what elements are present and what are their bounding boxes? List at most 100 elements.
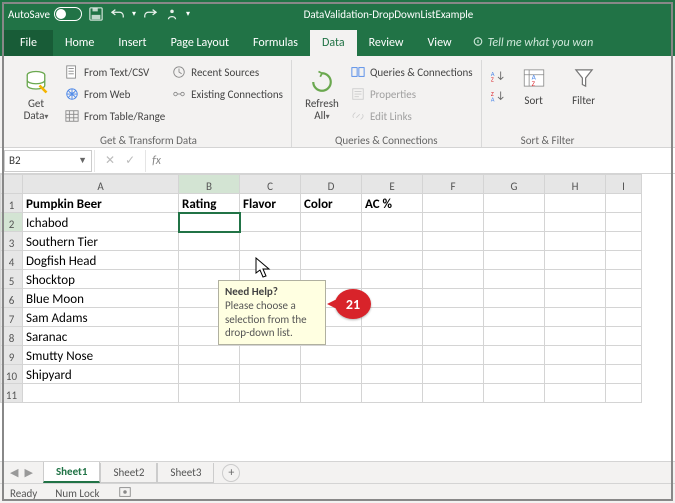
- add-sheet-button[interactable]: +: [222, 464, 240, 482]
- cell[interactable]: [606, 289, 642, 308]
- cell[interactable]: [240, 384, 301, 403]
- cell[interactable]: Color: [301, 194, 362, 213]
- fx-icon[interactable]: fx: [146, 154, 167, 168]
- cell[interactable]: [423, 308, 484, 327]
- sheet-nav-next-icon[interactable]: ▶: [24, 466, 32, 479]
- cell[interactable]: [606, 251, 642, 270]
- col-header[interactable]: G: [484, 175, 545, 194]
- cell[interactable]: Shipyard: [23, 365, 179, 384]
- cell[interactable]: [484, 327, 545, 346]
- col-header[interactable]: A: [23, 175, 179, 194]
- sheet-tab[interactable]: Sheet1: [43, 462, 101, 483]
- cell[interactable]: Saranac: [23, 327, 179, 346]
- existing-connections-button[interactable]: Existing Connections: [171, 84, 283, 104]
- cell[interactable]: [545, 270, 606, 289]
- active-cell[interactable]: ▼: [179, 213, 240, 232]
- autosave-toggle[interactable]: [54, 7, 82, 21]
- cell[interactable]: [240, 346, 301, 365]
- cell[interactable]: [484, 232, 545, 251]
- filter-button[interactable]: Filter: [562, 60, 606, 107]
- cell[interactable]: [545, 251, 606, 270]
- save-icon[interactable]: [88, 6, 104, 22]
- cell[interactable]: Blue Moon: [23, 289, 179, 308]
- cell[interactable]: [484, 194, 545, 213]
- cell[interactable]: Shocktop: [23, 270, 179, 289]
- cell[interactable]: [362, 365, 423, 384]
- cell[interactable]: [606, 213, 642, 232]
- cell[interactable]: [301, 346, 362, 365]
- row-header[interactable]: 10: [1, 365, 23, 384]
- cell[interactable]: [362, 232, 423, 251]
- cell[interactable]: [484, 289, 545, 308]
- cell[interactable]: [545, 194, 606, 213]
- dropdown-handle[interactable]: ▼: [239, 213, 240, 231]
- from-web-button[interactable]: From Web: [64, 84, 165, 104]
- cell[interactable]: [545, 289, 606, 308]
- row-header[interactable]: 7: [1, 308, 23, 327]
- cell[interactable]: [362, 213, 423, 232]
- col-header[interactable]: H: [545, 175, 606, 194]
- cell[interactable]: [179, 346, 240, 365]
- cell[interactable]: [423, 213, 484, 232]
- cell[interactable]: [545, 384, 606, 403]
- cell[interactable]: [301, 251, 362, 270]
- cell[interactable]: [484, 365, 545, 384]
- tab-review[interactable]: Review: [357, 30, 416, 56]
- qat-more-icon[interactable]: ▾: [186, 9, 190, 19]
- cell[interactable]: [606, 308, 642, 327]
- col-header[interactable]: I: [606, 175, 642, 194]
- undo-dropdown-icon[interactable]: ▾: [132, 9, 136, 19]
- cell[interactable]: [362, 384, 423, 403]
- cell[interactable]: [423, 251, 484, 270]
- cell[interactable]: [545, 308, 606, 327]
- cell[interactable]: Dogfish Head: [23, 251, 179, 270]
- name-box[interactable]: B2 ▼: [4, 150, 92, 172]
- tab-insert[interactable]: Insert: [106, 30, 158, 56]
- tab-data[interactable]: Data: [310, 30, 357, 56]
- tab-page-layout[interactable]: Page Layout: [159, 30, 241, 56]
- redo-icon[interactable]: [142, 6, 158, 22]
- sort-desc-button[interactable]: ZA: [490, 86, 506, 106]
- row-header[interactable]: 11: [1, 384, 23, 403]
- touch-mode-icon[interactable]: [164, 6, 180, 22]
- col-header[interactable]: E: [362, 175, 423, 194]
- row-header[interactable]: 2: [1, 213, 23, 232]
- refresh-all-button[interactable]: RefreshAll▾: [300, 60, 344, 126]
- cell[interactable]: [362, 327, 423, 346]
- cell[interactable]: [423, 270, 484, 289]
- cell[interactable]: Pumpkin Beer: [23, 194, 179, 213]
- cell[interactable]: [240, 213, 301, 232]
- sheet-tab[interactable]: Sheet3: [157, 463, 214, 483]
- row-header[interactable]: 1: [1, 194, 23, 213]
- tab-home[interactable]: Home: [53, 30, 106, 56]
- cell[interactable]: [606, 384, 642, 403]
- cell[interactable]: Flavor: [240, 194, 301, 213]
- row-header[interactable]: 3: [1, 232, 23, 251]
- cell[interactable]: [362, 251, 423, 270]
- cell[interactable]: [23, 384, 179, 403]
- cell[interactable]: Rating: [179, 194, 240, 213]
- cell[interactable]: [545, 346, 606, 365]
- cell[interactable]: [301, 213, 362, 232]
- cell[interactable]: [484, 384, 545, 403]
- select-all-corner[interactable]: [1, 175, 23, 194]
- cell[interactable]: [484, 213, 545, 232]
- cell[interactable]: [606, 346, 642, 365]
- sort-asc-button[interactable]: AZ: [490, 66, 506, 86]
- cell[interactable]: [423, 365, 484, 384]
- cell[interactable]: [301, 232, 362, 251]
- cell[interactable]: [301, 384, 362, 403]
- cell[interactable]: [423, 232, 484, 251]
- cell[interactable]: AC %: [362, 194, 423, 213]
- sheet-tab[interactable]: Sheet2: [100, 463, 157, 483]
- row-header[interactable]: 9: [1, 346, 23, 365]
- sheet-nav-prev-icon[interactable]: ◀: [10, 466, 18, 479]
- row-header[interactable]: 4: [1, 251, 23, 270]
- from-table-button[interactable]: From Table/Range: [64, 106, 165, 126]
- macro-record-icon[interactable]: [118, 485, 132, 502]
- cell[interactable]: [240, 232, 301, 251]
- col-header[interactable]: C: [240, 175, 301, 194]
- queries-connections-button[interactable]: Queries & Connections: [350, 62, 473, 82]
- cell[interactable]: Sam Adams: [23, 308, 179, 327]
- cell[interactable]: Southern Tier: [23, 232, 179, 251]
